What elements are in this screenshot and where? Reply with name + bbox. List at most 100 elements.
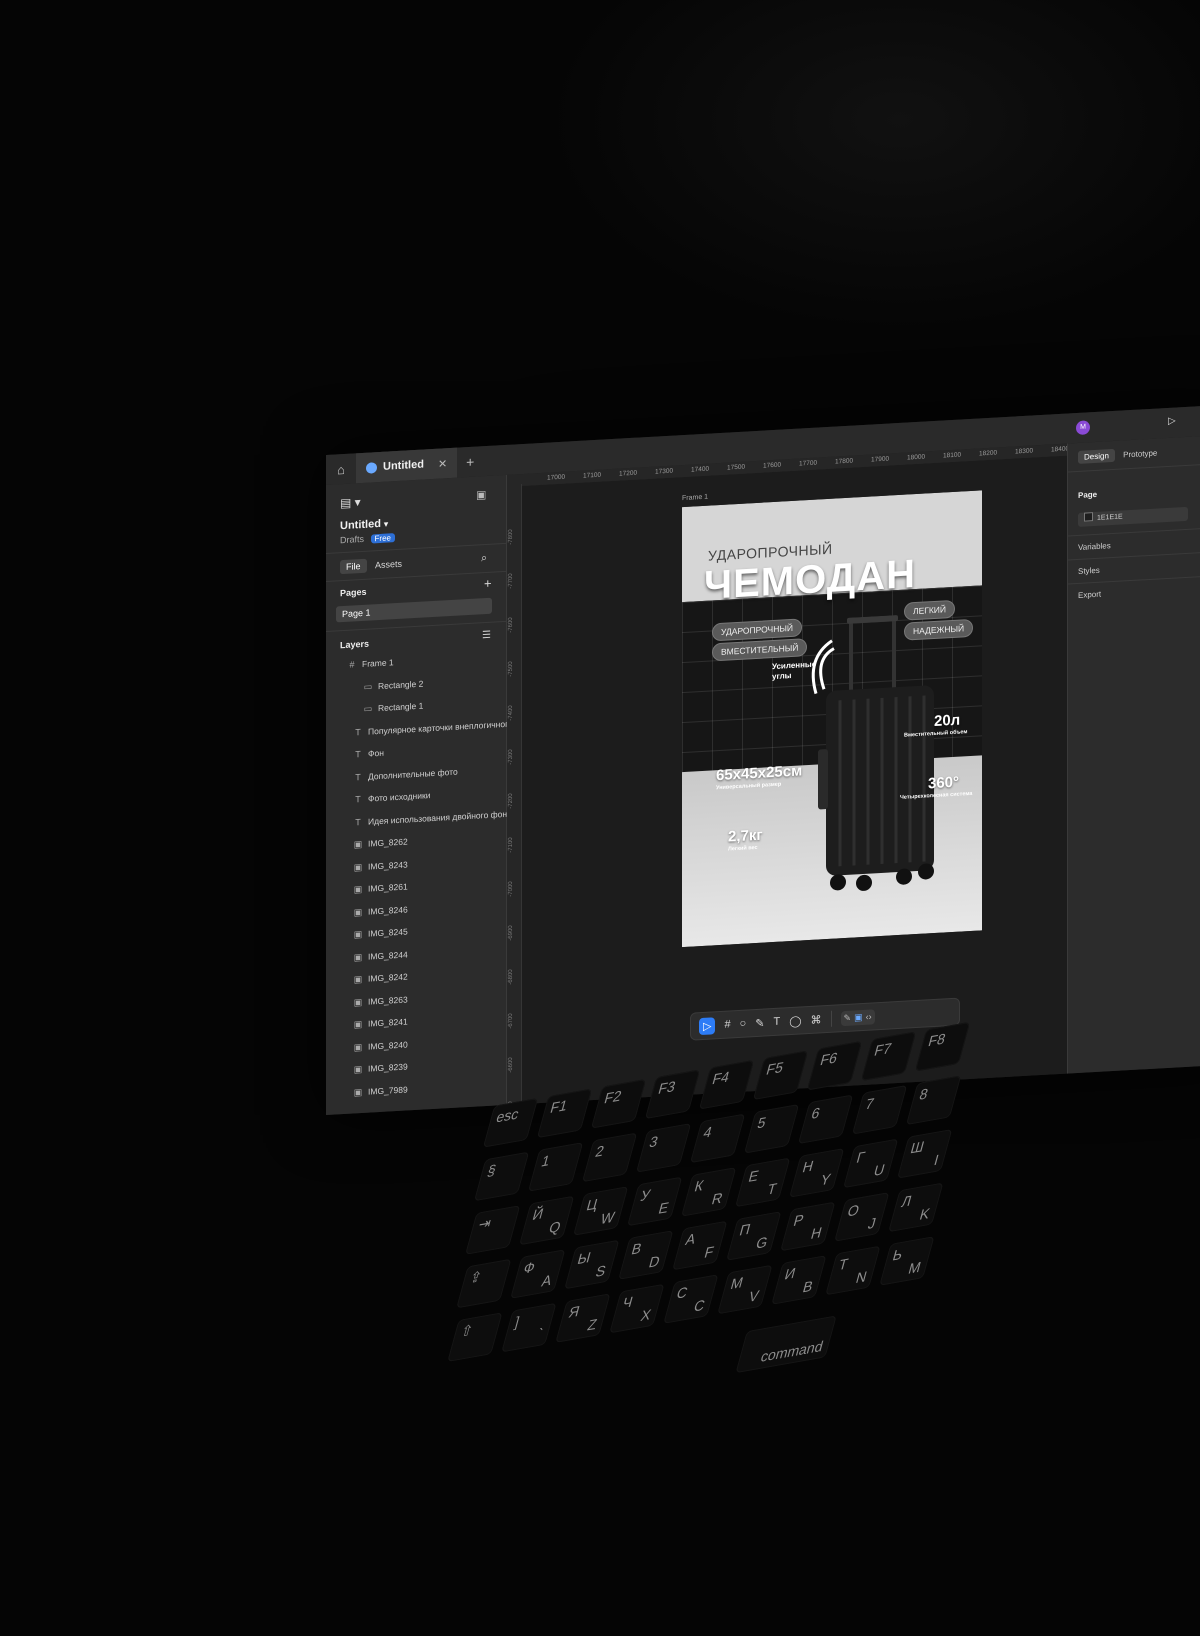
ruler-tick: 18000 — [907, 453, 926, 462]
main-menu-icon[interactable]: ▤ ▾ — [340, 495, 361, 510]
keyboard-key: ⇧ — [447, 1312, 503, 1363]
key-label: M — [906, 1258, 923, 1278]
color-swatch[interactable] — [1084, 512, 1093, 522]
layer-name: IMG_8245 — [368, 926, 408, 939]
keyboard-key: ЙQ — [518, 1195, 575, 1246]
layer-item[interactable]: ▣ IMG_8244 — [352, 949, 408, 963]
frame-tool-icon[interactable]: # — [724, 1018, 730, 1030]
key-label: A — [539, 1271, 554, 1290]
layer-item[interactable]: # Frame 1 — [346, 657, 393, 670]
page-heading: Page — [1078, 489, 1098, 500]
sidebar-toggle-icon[interactable]: ▣ — [476, 488, 486, 502]
frame-label[interactable]: Frame 1 — [682, 494, 708, 502]
keyboard-key: ЬM — [879, 1236, 935, 1286]
layer-item[interactable]: T Популярное карточки внеплогичного — [352, 718, 512, 737]
layer-name: Дополнительные фото — [368, 766, 458, 782]
key-label: А — [683, 1229, 698, 1249]
layer-item[interactable]: ▣ IMG_8246 — [352, 904, 408, 918]
image-icon: ▣ — [353, 1041, 363, 1052]
keyboard-key: ИB — [771, 1255, 827, 1305]
layer-item[interactable]: ▣ IMG_8239 — [352, 1061, 408, 1075]
key-label: C — [692, 1296, 707, 1315]
keyboard-key: 5 — [743, 1103, 800, 1154]
ruler-tick: 18200 — [979, 449, 998, 458]
layer-item[interactable]: ▣ IMG_8240 — [352, 1039, 408, 1053]
keyboard-key: 2 — [581, 1132, 638, 1183]
ruler-tick: 17400 — [691, 465, 710, 474]
image-icon: ▣ — [353, 928, 363, 940]
layer-item[interactable]: ▣ IMG_8245 — [352, 926, 408, 940]
export-section[interactable]: Export — [1078, 590, 1101, 600]
layer-item[interactable]: T Фон — [352, 748, 384, 760]
present-icon[interactable]: ▷ — [1168, 415, 1176, 426]
keyboard-key: 1 — [527, 1142, 584, 1192]
search-icon[interactable]: ⌕ — [481, 552, 487, 565]
ruler-tick: 17200 — [619, 469, 638, 478]
tab-design[interactable]: Design — [1078, 448, 1115, 464]
layer-item[interactable]: ▣ IMG_8261 — [352, 881, 408, 895]
file-title[interactable]: Untitled — [340, 518, 381, 532]
keyboard-key: ⇪ — [456, 1258, 512, 1309]
add-page-button[interactable]: + — [484, 576, 492, 591]
ruler-tick: 17600 — [763, 461, 782, 470]
comment-tool-icon[interactable]: ◯ — [789, 1014, 801, 1028]
key-label: Й — [530, 1204, 546, 1224]
key-label: О — [845, 1201, 862, 1220]
keyboard-key: 4 — [689, 1113, 746, 1164]
layer-item[interactable]: ▣ IMG_8241 — [352, 1016, 408, 1030]
text-tool-icon[interactable]: T — [773, 1016, 780, 1028]
file-location[interactable]: Drafts — [340, 534, 364, 545]
actions-tool-icon[interactable]: ⌘ — [811, 1013, 822, 1027]
key-label: 3 — [647, 1132, 661, 1151]
layer-item[interactable]: ▣ IMG_8262 — [352, 836, 408, 850]
key-label: I — [932, 1151, 941, 1169]
layer-item[interactable]: T Дополнительные фото — [352, 766, 458, 782]
layer-item[interactable]: ▣ IMG_8243 — [352, 859, 408, 873]
tab-file[interactable]: File — [340, 558, 367, 575]
ruler-tick: 17700 — [799, 459, 818, 468]
layers-options-icon[interactable]: ☰ — [482, 630, 491, 642]
styles-section[interactable]: Styles — [1078, 566, 1100, 576]
tab-prototype[interactable]: Prototype — [1117, 446, 1163, 462]
layer-item[interactable]: T Идея использования двойного фона — [352, 808, 512, 827]
product-card-frame[interactable]: УДАРОПРОЧНЫЙ ЧЕМОДАН УДАРОПРОЧНЫЙ ВМЕСТИ… — [682, 490, 982, 948]
key-label: F8 — [926, 1029, 948, 1050]
suitcase-image — [811, 615, 934, 891]
divider — [1068, 526, 1200, 537]
key-label: X — [638, 1305, 653, 1325]
layer-item[interactable]: ▣ IMG_8263 — [352, 994, 408, 1008]
page-item[interactable]: Page 1 — [336, 597, 492, 623]
key-label: П — [737, 1220, 753, 1239]
layer-item[interactable]: ▣ IMG_7989 — [352, 1084, 408, 1098]
image-icon: ▣ — [353, 1018, 363, 1030]
move-tool-icon[interactable]: ▷ — [699, 1016, 716, 1035]
image-icon: ▣ — [353, 951, 363, 962]
shape-tool-icon[interactable]: ○ — [740, 1018, 747, 1030]
key-label: D — [647, 1252, 662, 1271]
keyboard-key: ⇥ — [464, 1205, 521, 1255]
tab-title: Untitled — [383, 458, 424, 473]
layer-name: IMG_8261 — [368, 881, 408, 894]
close-icon[interactable]: ✕ — [438, 457, 447, 471]
layer-name: IMG_8263 — [368, 993, 408, 1007]
page-color-field[interactable]: 1E1E1E — [1078, 506, 1188, 527]
ruler-tick: 17500 — [727, 463, 746, 472]
chevron-down-icon[interactable]: ▾ — [384, 520, 388, 529]
layers-heading: Layers — [340, 638, 370, 651]
variables-section[interactable]: Variables — [1078, 541, 1111, 552]
key-label: В — [629, 1239, 644, 1258]
keyboard-key: 3 — [635, 1122, 692, 1173]
layer-name: Rectangle 2 — [378, 678, 424, 691]
layer-item[interactable]: T Фото исходники — [352, 790, 430, 804]
home-icon[interactable]: ⌂ — [326, 453, 356, 485]
tab-assets[interactable]: Assets — [369, 556, 408, 572]
ruler-tick: -7100 — [508, 837, 514, 853]
key-label: ` — [535, 1324, 545, 1343]
pen-tool-icon[interactable]: ✎ — [755, 1016, 764, 1030]
layer-item[interactable]: ▭ Rectangle 2 — [362, 678, 424, 692]
layer-item[interactable]: ▣ IMG_8242 — [352, 971, 408, 985]
layer-item[interactable]: ▭ Rectangle 1 — [362, 701, 424, 715]
image-icon: ▣ — [353, 996, 363, 1007]
new-tab-button[interactable]: + — [457, 453, 483, 470]
text-icon: T — [355, 816, 361, 827]
